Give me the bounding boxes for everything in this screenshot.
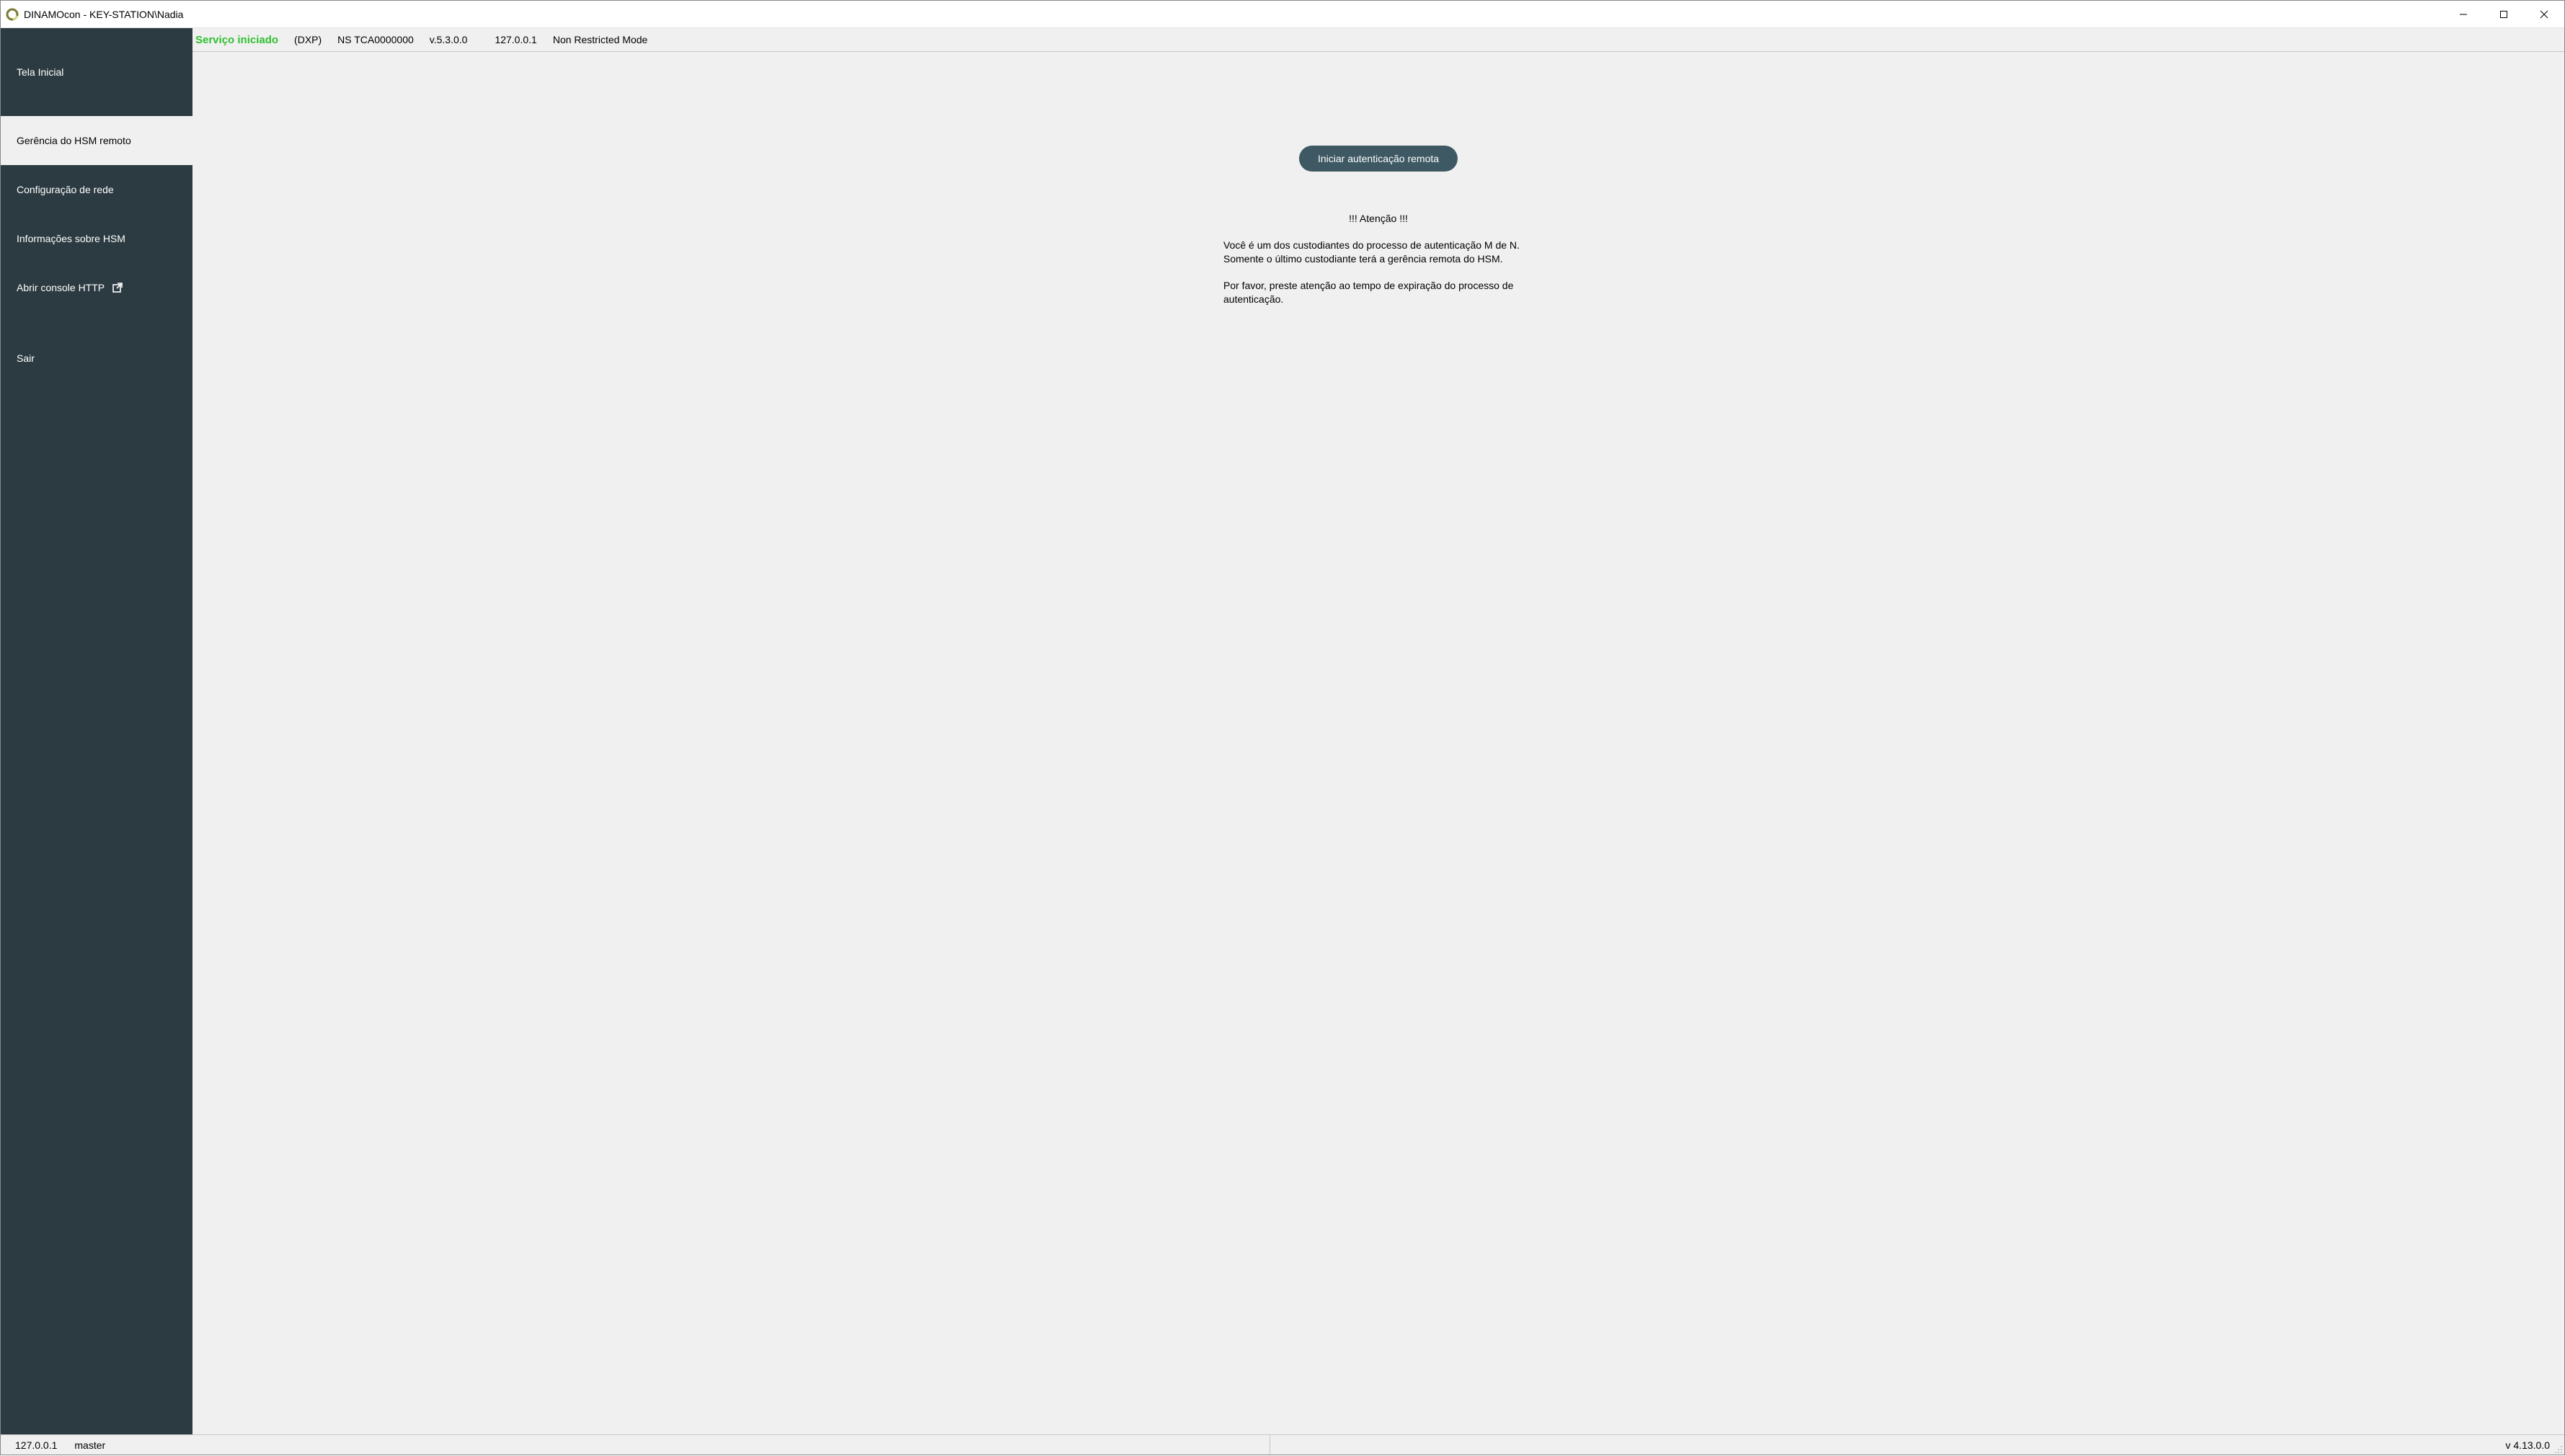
- sidebar-item-label: Informações sobre HSM: [17, 233, 125, 244]
- sidebar-item-gerencia-hsm-remoto[interactable]: Gerência do HSM remoto: [1, 116, 192, 165]
- topbar-model: (DXP): [294, 34, 322, 45]
- sidebar-item-abrir-console-http[interactable]: Abrir console HTTP: [1, 263, 192, 312]
- resize-grip-icon[interactable]: [2554, 1444, 2563, 1453]
- sidebar-item-configuracao-rede[interactable]: Configuração de rede: [1, 165, 192, 214]
- app-icon: [5, 7, 19, 22]
- sidebar-item-tela-inicial[interactable]: Tela Inicial: [1, 28, 192, 116]
- window-controls: [2443, 1, 2564, 27]
- warning-title: !!! Atenção !!!: [1223, 212, 1533, 226]
- statusbar-user: master: [74, 1439, 105, 1451]
- statusbar-left: 127.0.0.1 master: [15, 1439, 105, 1451]
- sidebar-item-label: Gerência do HSM remoto: [17, 135, 131, 146]
- topbar-version: v.5.3.0.0: [430, 34, 468, 45]
- external-link-icon: [112, 282, 123, 293]
- body: Tela Inicial Gerência do HSM remoto Conf…: [1, 28, 2564, 1434]
- topbar-serial: NS TCA0000000: [337, 34, 414, 45]
- minimize-button[interactable]: [2443, 1, 2484, 27]
- main: Serviço iniciado (DXP) NS TCA0000000 v.5…: [192, 28, 2564, 1434]
- topbar: Serviço iniciado (DXP) NS TCA0000000 v.5…: [192, 28, 2564, 52]
- maximize-button[interactable]: [2484, 1, 2524, 27]
- sidebar-item-label: Abrir console HTTP: [17, 282, 105, 293]
- titlebar-left: DINAMOcon - KEY-STATION\Nadia: [5, 7, 183, 22]
- warning-paragraph-1: Você é um dos custodiantes do processo d…: [1223, 239, 1533, 266]
- app-window: DINAMOcon - KEY-STATION\Nadia Tela Inici…: [0, 0, 2565, 1455]
- topbar-mode: Non Restricted Mode: [553, 34, 648, 45]
- content: Iniciar autenticação remota !!! Atenção …: [192, 52, 2564, 1434]
- sidebar: Tela Inicial Gerência do HSM remoto Conf…: [1, 28, 192, 1434]
- close-button[interactable]: [2524, 1, 2564, 27]
- statusbar-version: v 4.13.0.0: [2506, 1439, 2551, 1451]
- statusbar: 127.0.0.1 master v 4.13.0.0: [1, 1434, 2564, 1455]
- sidebar-item-informacoes-hsm[interactable]: Informações sobre HSM: [1, 214, 192, 263]
- statusbar-ip: 127.0.0.1: [15, 1439, 57, 1451]
- sidebar-item-label: Configuração de rede: [17, 184, 114, 195]
- iniciar-autenticacao-remota-button[interactable]: Iniciar autenticação remota: [1299, 146, 1458, 172]
- sidebar-item-sair[interactable]: Sair: [1, 334, 192, 383]
- message-block: !!! Atenção !!! Você é um dos custodiant…: [1223, 212, 1533, 319]
- titlebar-title: DINAMOcon - KEY-STATION\Nadia: [24, 9, 183, 20]
- sidebar-item-label: Tela Inicial: [17, 66, 63, 78]
- topbar-status: Serviço iniciado: [195, 34, 278, 46]
- sidebar-item-label: Sair: [17, 352, 35, 364]
- warning-paragraph-2: Por favor, preste atenção ao tempo de ex…: [1223, 279, 1533, 306]
- topbar-ip: 127.0.0.1: [495, 34, 536, 45]
- titlebar: DINAMOcon - KEY-STATION\Nadia: [1, 1, 2564, 28]
